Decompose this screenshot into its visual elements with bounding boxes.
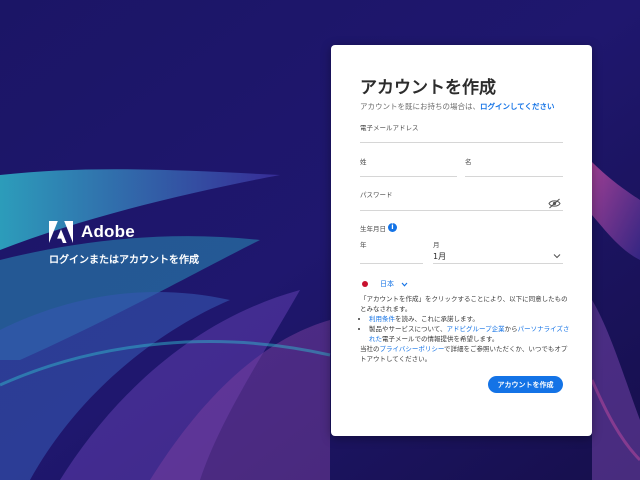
privacy-text: 当社のプライバシーポリシーで詳細をご参照いただくか、いつでもオプトアウトしてくだ… bbox=[360, 345, 568, 363]
birthdate-label: 生年月日 bbox=[360, 225, 386, 233]
last-name-field[interactable] bbox=[360, 176, 457, 177]
signin-prompt: アカウントを既にお持ちの場合は、ログインしてください bbox=[360, 102, 555, 111]
month-label: 月 bbox=[433, 241, 440, 249]
email-field[interactable] bbox=[360, 142, 563, 143]
terms-text: 「アカウントを作成」をクリックすることにより、以下に同意したものとみなされます。… bbox=[360, 294, 570, 364]
terms-bullet-2: 製品やサービスについて、アドビグループ企業からパーソナライズされた電子メールでの… bbox=[369, 324, 570, 344]
brand-tagline: ログインまたはアカウントを作成 bbox=[49, 255, 199, 266]
terms-list: 利用条件を読み、これに承諾します。 製品やサービスについて、アドビグループ企業か… bbox=[360, 314, 570, 344]
month-select-value[interactable]: 1月 bbox=[433, 251, 446, 262]
terms-of-use-link[interactable]: 利用条件 bbox=[369, 315, 395, 323]
brand-name: Adobe bbox=[81, 222, 135, 241]
year-label: 年 bbox=[360, 241, 367, 249]
password-field[interactable] bbox=[360, 210, 563, 211]
adobe-logo bbox=[49, 221, 73, 243]
create-account-card: アカウントを作成 アカウントを既にお持ちの場合は、ログインしてください 電子メー… bbox=[331, 45, 592, 436]
country-label: 日本 bbox=[380, 280, 394, 288]
year-field[interactable] bbox=[360, 263, 423, 264]
brand-block: Adobe ログインまたはアカウントを作成 bbox=[49, 221, 199, 266]
password-label: パスワード bbox=[360, 191, 393, 199]
signin-link[interactable]: ログインしてください bbox=[480, 102, 555, 111]
month-select[interactable] bbox=[433, 263, 563, 264]
chevron-down-icon bbox=[401, 282, 408, 287]
info-icon[interactable]: i bbox=[388, 223, 397, 232]
privacy-policy-link[interactable]: プライバシーポリシー bbox=[380, 345, 444, 353]
first-name-field[interactable] bbox=[465, 176, 563, 177]
eye-off-icon[interactable] bbox=[548, 198, 561, 209]
first-name-label: 名 bbox=[465, 158, 472, 166]
email-label: 電子メールアドレス bbox=[360, 124, 419, 132]
create-account-button[interactable]: アカウントを作成 bbox=[488, 376, 563, 393]
terms-bullet-1: 利用条件を読み、これに承諾します。 bbox=[369, 314, 570, 324]
country-selector[interactable]: 日本 bbox=[361, 279, 408, 289]
terms-intro: 「アカウントを作成」をクリックすることにより、以下に同意したものとみなされます。 bbox=[360, 295, 568, 313]
adobe-group-link[interactable]: アドビグループ企業 bbox=[446, 325, 504, 333]
chevron-down-icon[interactable] bbox=[553, 253, 561, 259]
japan-flag-icon bbox=[361, 280, 369, 288]
page-title: アカウントを作成 bbox=[360, 78, 496, 98]
last-name-label: 姓 bbox=[360, 158, 367, 166]
